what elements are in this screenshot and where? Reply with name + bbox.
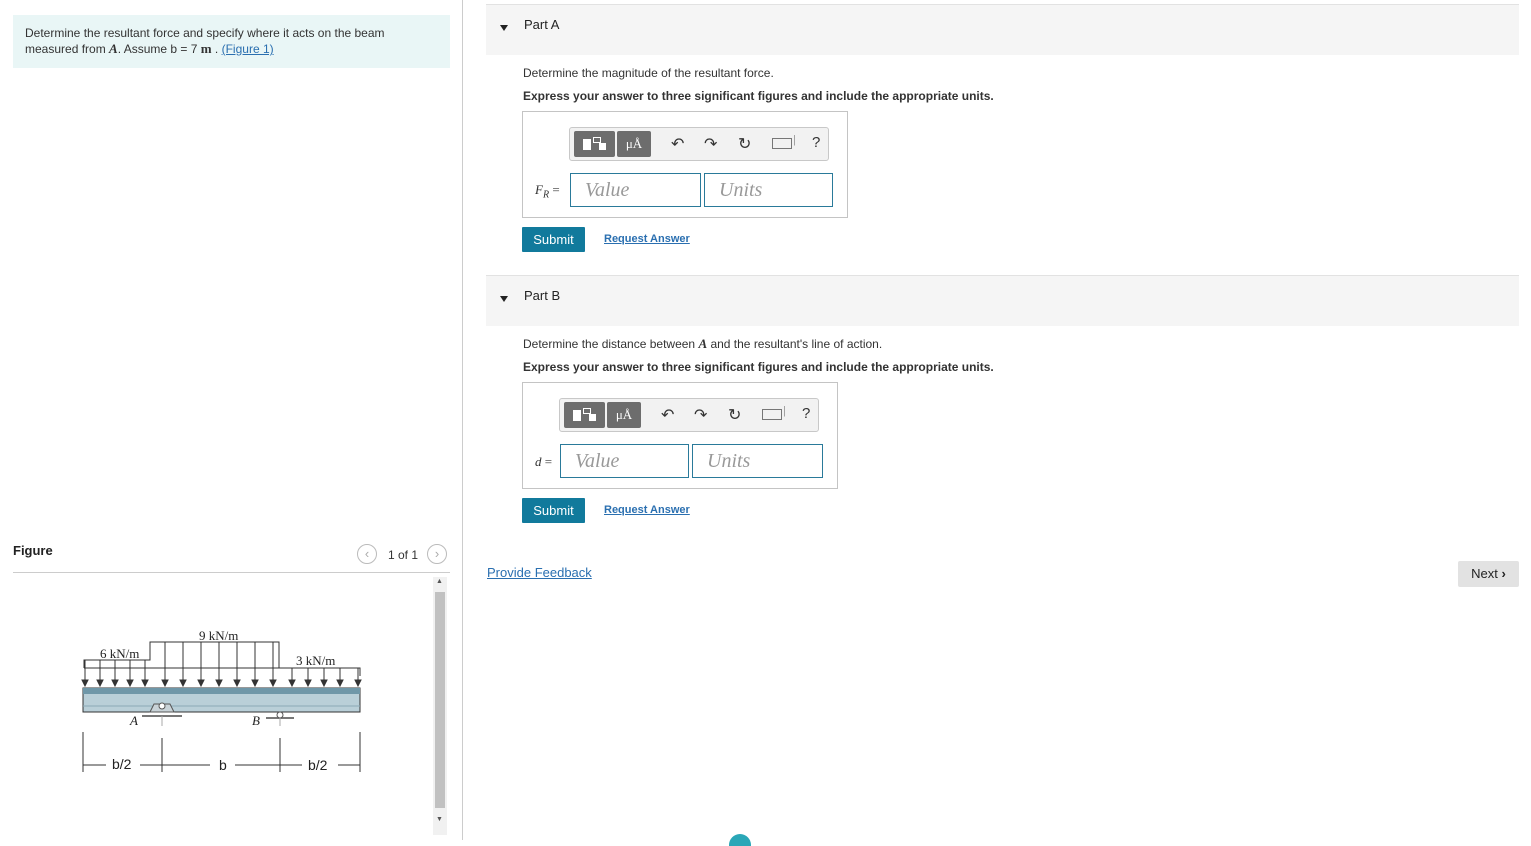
part-a-answer-box: μÅ ↶ ↷ ↻ | ? FR = Value Units [522,111,848,218]
part-b-request-answer-link[interactable]: Request Answer [604,504,690,516]
load-mid-label: 9 kN/m [199,628,238,643]
load-left-label: 6 kN/m [100,646,139,661]
part-b-label: Part B [524,288,561,303]
help-icon[interactable]: ? [812,134,820,151]
load-right-label: 3 kN/m [296,653,335,668]
dim-label-1: b/2 [112,756,132,772]
units-icon[interactable]: μÅ [617,131,651,157]
part-a-submit-button[interactable]: Submit [522,227,585,252]
help-icon[interactable]: ? [802,405,810,422]
part-a-question: Determine the magnitude of the resultant… [523,66,774,80]
undo-icon[interactable]: ↶ [671,134,684,154]
scroll-up-icon[interactable]: ▲ [436,578,443,585]
part-a-label: Part A [524,17,560,32]
figure-next-button[interactable]: › [427,544,447,564]
part-a-request-answer-link[interactable]: Request Answer [604,233,690,245]
undo-icon[interactable]: ↶ [661,405,674,425]
help-widget-icon[interactable] [729,834,751,846]
reset-icon[interactable]: ↻ [728,405,741,425]
part-a-value-input[interactable]: Value [570,173,701,207]
part-b-value-input[interactable]: Value [560,444,689,478]
problem-point-a: A [109,41,118,56]
reset-icon[interactable]: ↻ [738,134,751,154]
redo-icon[interactable]: ↷ [704,134,717,154]
problem-sep: . [211,42,222,56]
templates-icon[interactable] [574,131,615,157]
figure-link[interactable]: (Figure 1) [222,42,274,56]
next-button[interactable]: Next › [1458,561,1519,587]
figure-title: Figure [13,543,53,558]
problem-statement: Determine the resultant force and specif… [13,15,450,68]
part-a-header[interactable]: Part A [486,4,1519,55]
part-b-header[interactable]: Part B [486,275,1519,326]
dim-label-2: b [219,757,227,773]
part-b-submit-button[interactable]: Submit [522,498,585,523]
figure-pager: 1 of 1 [388,548,419,562]
column-divider [462,0,463,840]
part-b-variable: d = [535,454,553,469]
units-icon[interactable]: μÅ [607,402,641,428]
collapse-triangle-icon [500,296,508,302]
part-a-variable: FR = [535,182,560,201]
figure-prev-button[interactable]: ‹ [357,544,377,564]
redo-icon[interactable]: ↷ [694,405,707,425]
collapse-triangle-icon [500,25,508,31]
part-a-units-input[interactable]: Units [704,173,833,207]
part-b-question: Determine the distance between A and the… [523,336,883,351]
chevron-right-icon: › [434,546,440,561]
beam-figure: 6 kN/m 9 kN/m 3 kN/m A B b/2 b b/2 [81,628,362,773]
chevron-left-icon: ‹ [364,546,370,561]
templates-icon[interactable] [564,402,605,428]
part-b-answer-box: μÅ ↶ ↷ ↻ | ? d = Value Units [522,382,838,489]
keyboard-icon[interactable] [772,138,792,149]
next-label: Next [1471,566,1498,581]
problem-unit: m [200,41,212,56]
point-a-label: A [129,713,138,728]
scroll-down-icon[interactable]: ▼ [436,816,443,823]
point-b-label: B [252,713,260,728]
keyboard-icon[interactable] [762,409,782,420]
part-b-toolbar: μÅ ↶ ↷ ↻ | ? [559,398,819,432]
chevron-right-icon: › [1501,566,1506,581]
figure-scroll-thumb[interactable] [435,592,445,808]
provide-feedback-link[interactable]: Provide Feedback [487,565,592,580]
part-b-units-input[interactable]: Units [692,444,823,478]
part-a-instruction: Express your answer to three significant… [523,89,994,103]
part-b-instruction: Express your answer to three significant… [523,360,994,374]
figure-divider [13,572,450,573]
part-a-toolbar: μÅ ↶ ↷ ↻ | ? [569,127,829,161]
dim-label-3: b/2 [308,757,328,773]
problem-text-2: . Assume b = 7 [117,42,201,56]
